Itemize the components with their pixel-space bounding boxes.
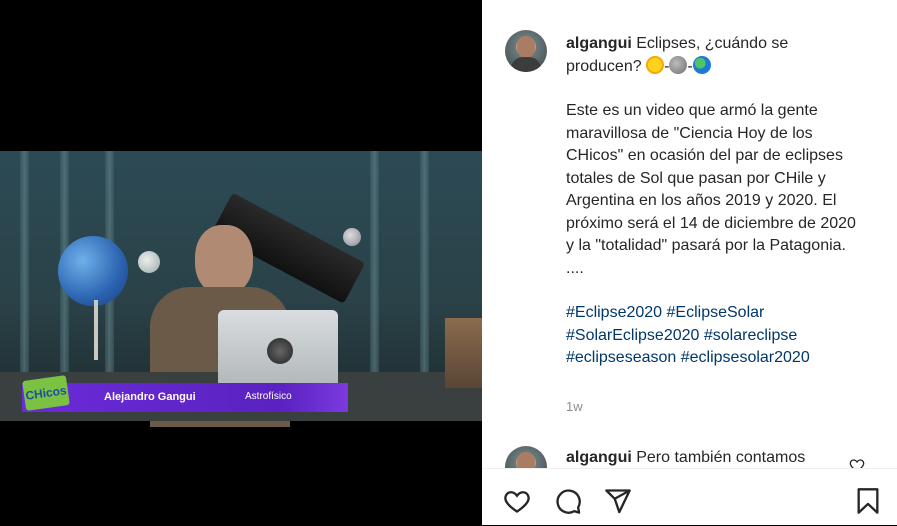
avatar[interactable]: [505, 446, 547, 468]
caption-username[interactable]: algangui: [566, 35, 632, 52]
post-details-panel: algangui Eclipses, ¿cuándo se producen? …: [482, 0, 897, 525]
hashtag-link[interactable]: #Eclipse2020: [566, 304, 662, 321]
comments-scroll-area[interactable]: algangui Eclipses, ¿cuándo se producen? …: [482, 0, 897, 468]
globe-prop: [58, 236, 128, 306]
sun-emoji-icon: [646, 55, 665, 74]
earth-emoji-icon: [692, 55, 711, 74]
presenter-name: Alejandro Gangui: [104, 391, 196, 403]
hashtag-link[interactable]: #SolarEclipse2020: [566, 327, 699, 344]
hashtag-link[interactable]: #solareclipse: [704, 327, 797, 344]
post-caption: algangui Eclipses, ¿cuándo se producen? …: [566, 33, 856, 370]
bookmark-icon[interactable]: [854, 487, 882, 515]
comment-username[interactable]: algangui: [566, 449, 632, 466]
caption-ellipsis: ....: [566, 259, 584, 277]
post-actions-bar: [482, 468, 897, 526]
post-video[interactable]: CHicos Alejandro Gangui Astrofísico: [0, 0, 482, 525]
hashtag-link[interactable]: #EclipseSolar: [667, 304, 765, 321]
moon-emoji-icon: [669, 55, 688, 74]
chicos-logo: CHicos: [22, 375, 70, 411]
lamp-bulb: [343, 228, 361, 246]
hashtag-link[interactable]: #eclipsesolar2020: [681, 349, 810, 366]
share-icon[interactable]: [604, 487, 632, 515]
comment-icon[interactable]: [554, 487, 582, 515]
books-prop: [445, 318, 482, 388]
comment-like-heart-icon[interactable]: [849, 457, 865, 468]
presenter-role: Astrofísico: [245, 391, 292, 402]
heart-icon[interactable]: [503, 487, 531, 515]
caption-body: Este es un video que armó la gente marav…: [566, 102, 856, 254]
comment-text: algangui Pero también contamos: [566, 449, 806, 466]
globe-stand: [94, 300, 98, 360]
moon-sticker: [267, 338, 293, 364]
avatar[interactable]: [505, 30, 547, 72]
hashtag-link[interactable]: #eclipseseason: [566, 349, 676, 366]
post-timestamp[interactable]: 1w: [566, 399, 583, 414]
hashtag-list: #Eclipse2020 #EclipseSolar #SolarEclipse…: [566, 302, 856, 370]
